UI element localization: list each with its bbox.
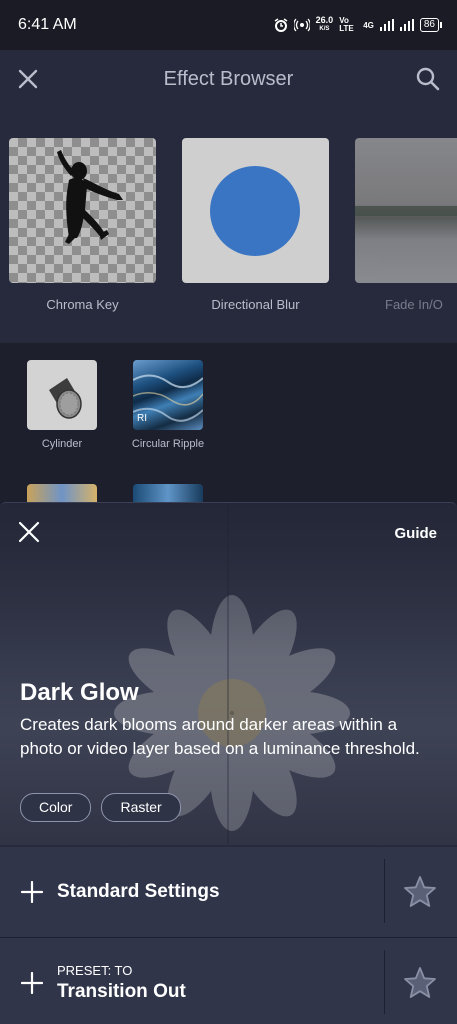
network-speed: 26.0 K/S: [316, 16, 334, 34]
featured-carousel[interactable]: Chroma Key Directional Blur Fade In/O: [0, 108, 457, 343]
speed-unit: K/S: [319, 26, 330, 32]
featured-label: Fade In/O: [385, 297, 443, 312]
status-icons: 26.0 K/S Vo LTE 4G 86: [274, 16, 443, 34]
app-header: Effect Browser: [0, 50, 457, 108]
tree-line-shape: [355, 206, 457, 216]
featured-item-fade[interactable]: Fade In/O: [355, 138, 457, 312]
search-icon[interactable]: [415, 66, 441, 92]
standard-settings-row[interactable]: Standard Settings: [0, 847, 457, 937]
featured-label: Directional Blur: [211, 297, 300, 312]
plus-icon: [21, 972, 43, 994]
effect-item-circular-ripple[interactable]: RI Circular Ripple: [118, 360, 218, 450]
effect-tags: Color Raster: [20, 793, 181, 822]
row-divider: [384, 859, 385, 923]
effect-detail-sheet: Guide Dark Glow Creates dark blooms arou…: [0, 502, 457, 1024]
effect-item-cylinder[interactable]: Cylinder: [12, 360, 112, 450]
hotspot-icon: [293, 18, 310, 32]
network-4g-label: 4G: [363, 20, 374, 30]
star-icon[interactable]: [403, 966, 437, 1000]
effect-label: Circular Ripple: [131, 438, 205, 450]
signal-icon-2: [399, 19, 414, 31]
effect-title: Dark Glow: [20, 679, 139, 706]
featured-item-chroma-key[interactable]: Chroma Key: [9, 138, 156, 312]
volte-label: Vo LTE: [339, 16, 354, 33]
cylinder-icon: [49, 378, 82, 419]
featured-label: Chroma Key: [46, 297, 119, 312]
effects-grid: Cylinder RI Circular Ripple: [0, 343, 457, 513]
signal-icon: [379, 19, 394, 31]
preset-label: PRESET: TO: [57, 963, 133, 978]
alarm-icon: [274, 18, 288, 32]
fade-thumbnail: [355, 138, 457, 283]
close-icon[interactable]: [16, 67, 40, 91]
tag-raster[interactable]: Raster: [101, 793, 181, 822]
battery-level: 86: [423, 19, 435, 30]
tag-color[interactable]: Color: [20, 793, 92, 822]
jumping-person-icon: [57, 150, 123, 244]
cylinder-thumbnail: [27, 360, 97, 430]
page-title: Effect Browser: [163, 67, 294, 90]
effect-thumb-partial-2[interactable]: [133, 484, 203, 504]
effect-thumb-partial-1[interactable]: [27, 484, 97, 504]
preset-text: PRESET: TO Transition Out: [57, 963, 186, 1003]
close-icon[interactable]: [16, 519, 42, 545]
guide-button[interactable]: Guide: [394, 525, 437, 542]
directional-blur-thumbnail: [182, 138, 329, 283]
row-divider: [384, 950, 385, 1014]
featured-item-directional-blur[interactable]: Directional Blur: [182, 138, 329, 312]
row-title: Transition Out: [57, 981, 186, 1002]
effect-description: Creates dark blooms around darker areas …: [20, 715, 420, 758]
preset-transition-row[interactable]: PRESET: TO Transition Out: [0, 938, 457, 1024]
plus-icon: [21, 881, 43, 903]
effect-label: Cylinder: [41, 438, 83, 450]
status-bar: 6:41 AM 26.0 K/S Vo LTE 4G 86: [0, 0, 457, 50]
blue-circle-shape: [210, 166, 300, 256]
circular-ripple-thumbnail: RI: [133, 360, 203, 430]
chroma-key-thumbnail: [9, 138, 156, 283]
ripple-badge: RI: [137, 413, 147, 424]
status-time: 6:41 AM: [18, 16, 77, 33]
row-title: Standard Settings: [57, 881, 220, 902]
battery-icon: 86: [419, 18, 443, 32]
star-icon[interactable]: [403, 875, 437, 909]
speed-value: 26.0: [315, 15, 334, 25]
